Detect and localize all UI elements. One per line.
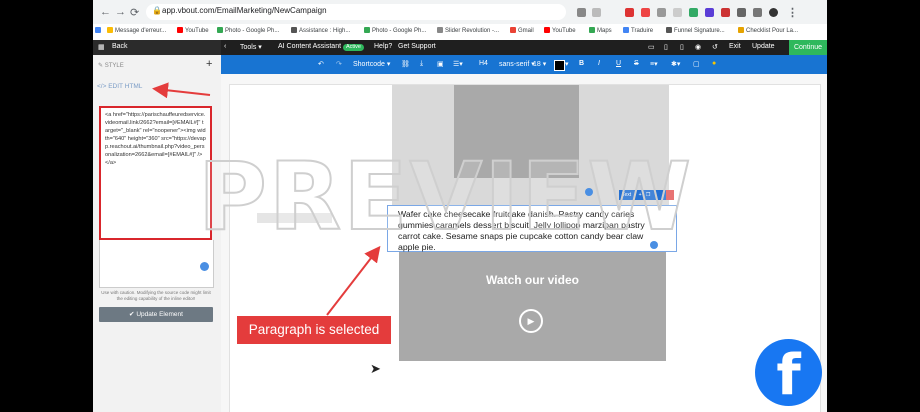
facebook-logo-icon: f bbox=[755, 339, 822, 406]
mouse-cursor-icon: ➤ bbox=[370, 361, 381, 376]
arrow-to-paragraph bbox=[326, 245, 381, 316]
arrow-to-edit-html bbox=[152, 82, 211, 99]
annotation-callout: Paragraph is selected bbox=[237, 316, 391, 344]
